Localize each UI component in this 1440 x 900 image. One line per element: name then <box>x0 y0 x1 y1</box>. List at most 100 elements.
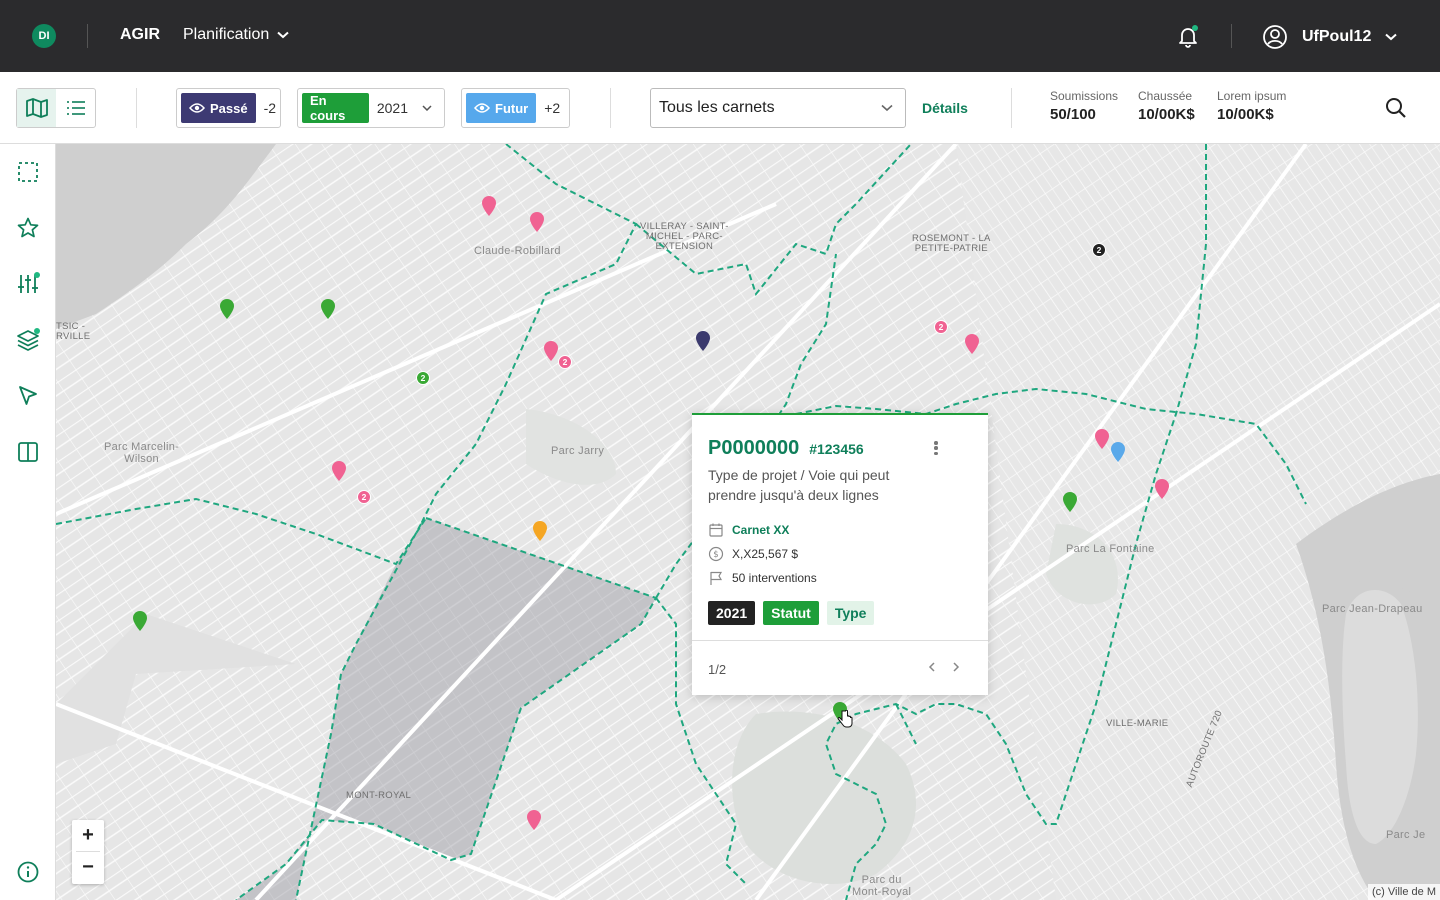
user-menu[interactable]: UfPoul12 <box>1262 24 1398 50</box>
popup-pagination <box>926 661 962 673</box>
map-pin-green[interactable] <box>320 298 336 320</box>
user-circle-icon <box>1263 25 1287 49</box>
split-panel-icon <box>18 442 38 462</box>
favorites-button[interactable] <box>16 216 40 240</box>
map-view-button[interactable] <box>17 89 56 127</box>
map-attribution: (c) Ville de M <box>1368 884 1440 900</box>
map-pin-green[interactable] <box>132 610 148 632</box>
chevron-right-icon[interactable] <box>950 661 962 673</box>
tag-status: Statut <box>763 601 819 625</box>
list-view-button[interactable] <box>56 89 95 127</box>
map-pin-pink[interactable] <box>526 809 542 831</box>
carnet-link[interactable]: Carnet XX <box>732 523 789 537</box>
username: UfPoul12 <box>1302 28 1372 45</box>
cluster-badge[interactable]: 2 <box>934 320 948 334</box>
star-icon <box>17 217 39 238</box>
divider <box>692 640 988 641</box>
filters-button[interactable] <box>16 272 40 296</box>
past-label: Passé <box>210 100 248 116</box>
map-pin-pink[interactable] <box>1154 478 1170 500</box>
stat-label: Lorem ipsum <box>1217 89 1287 103</box>
map-pin-navy[interactable] <box>695 330 711 352</box>
map-label-parc-mont-royal: Parc du Mont-Royal <box>852 874 912 898</box>
stat-label: Soumissions <box>1050 89 1119 103</box>
chevron-left-icon[interactable] <box>926 661 938 673</box>
info-button[interactable] <box>16 860 40 884</box>
map-label-marcelin: Parc Marcelin- Wilson <box>104 441 180 465</box>
project-id[interactable]: P0000000 <box>708 437 799 460</box>
divider <box>610 88 611 128</box>
map-pin-blue[interactable] <box>1110 441 1126 463</box>
future-count: +2 <box>544 100 561 116</box>
cursor-icon <box>19 386 37 405</box>
current-chip[interactable]: En cours <box>302 93 369 123</box>
hand-cursor-icon <box>837 710 853 728</box>
svg-text:$: $ <box>713 550 718 560</box>
split-view-button[interactable] <box>16 440 40 464</box>
notification-dot <box>1192 25 1198 31</box>
select-area-button[interactable] <box>16 160 40 184</box>
chevron-down-icon <box>881 104 893 112</box>
carnet-row: Carnet XX <box>708 522 789 538</box>
year-value: 2021 <box>376 100 408 116</box>
stat-lorem: Lorem ipsum 10/00K$ <box>1217 89 1286 123</box>
chevron-down-icon <box>422 105 432 111</box>
map-pin-pink[interactable] <box>1094 428 1110 450</box>
carnets-select[interactable]: Tous les carnets <box>650 88 906 128</box>
map-pin-pink[interactable] <box>481 195 497 217</box>
amount-row: $ X,X25,567 $ <box>708 546 798 562</box>
cluster-badge[interactable]: 2 <box>357 490 371 504</box>
map-label-claude-robillard: Claude-Robillard <box>474 245 561 257</box>
search-button[interactable] <box>1384 96 1408 120</box>
cluster-badge[interactable]: 2 <box>1092 243 1106 257</box>
past-chip[interactable]: Passé <box>181 93 256 123</box>
map-label-villeray: VILLERAY - SAINT- MICHEL - PARC- EXTENSION <box>640 221 729 252</box>
current-filter[interactable]: En cours 2021 <box>297 88 445 128</box>
past-filter[interactable]: Passé -2 <box>176 88 281 128</box>
project-number: #123456 <box>809 441 864 457</box>
module-selector[interactable]: Planification <box>183 26 289 44</box>
amount-value: X,X25,567 $ <box>732 547 799 561</box>
map-pin-pink[interactable] <box>964 333 980 355</box>
app-name[interactable]: AGIR <box>120 26 160 44</box>
pointer-tool-button[interactable] <box>16 384 40 408</box>
map-label-drapeau: Parc Jean-Drapeau <box>1322 603 1423 615</box>
zoom-out-button[interactable]: − <box>72 852 104 883</box>
map-label-parc-je: Parc Je <box>1386 829 1426 841</box>
cluster-badge[interactable]: 2 <box>558 355 572 369</box>
year-select[interactable]: 2021 <box>377 100 440 116</box>
map-pin-pink[interactable] <box>331 460 347 482</box>
stat-label: Chaussée <box>1138 89 1193 103</box>
map-label-rosemont: ROSEMONT - LA PETITE-PATRIE <box>912 233 991 254</box>
divider <box>1231 24 1232 48</box>
cluster-badge[interactable]: 2 <box>416 371 430 385</box>
more-options-button[interactable] <box>928 439 944 457</box>
map-pin-pink[interactable] <box>543 340 559 362</box>
map-pin-green[interactable] <box>1062 491 1078 513</box>
layers-button[interactable] <box>16 328 40 352</box>
info-icon <box>17 861 39 883</box>
map-pin-orange[interactable] <box>532 520 548 542</box>
org-avatar[interactable]: DI <box>32 24 56 48</box>
details-link[interactable]: Détails <box>922 100 968 116</box>
map-label-jarry: Parc Jarry <box>551 445 605 457</box>
notifications-button[interactable] <box>1176 24 1200 48</box>
chevron-down-icon <box>277 31 289 39</box>
interventions-row: 50 interventions <box>708 570 817 586</box>
project-description: Type de projet / Voie qui peut prendre j… <box>708 467 890 503</box>
map-pin-green[interactable] <box>219 298 235 320</box>
flag-icon <box>710 571 723 585</box>
map-pin-pink[interactable] <box>529 211 545 233</box>
popup-title: P0000000 #123456 <box>708 437 864 460</box>
module-label: Planification <box>183 26 270 43</box>
map-label-tsic: TSIC - RVILLE <box>56 321 91 342</box>
list-icon <box>66 101 85 115</box>
top-bar: DI AGIR Planification UfPoul12 <box>0 0 1440 72</box>
filter-toolbar: Passé -2 En cours 2021 Futur +2 Tous les… <box>0 72 1440 144</box>
future-filter[interactable]: Futur +2 <box>461 88 570 128</box>
future-chip[interactable]: Futur <box>466 93 537 123</box>
stat-value: 10/00K$ <box>1138 106 1195 123</box>
tag-year: 2021 <box>708 601 756 625</box>
interventions-value: 50 interventions <box>732 571 817 585</box>
zoom-in-button[interactable]: + <box>72 820 104 851</box>
